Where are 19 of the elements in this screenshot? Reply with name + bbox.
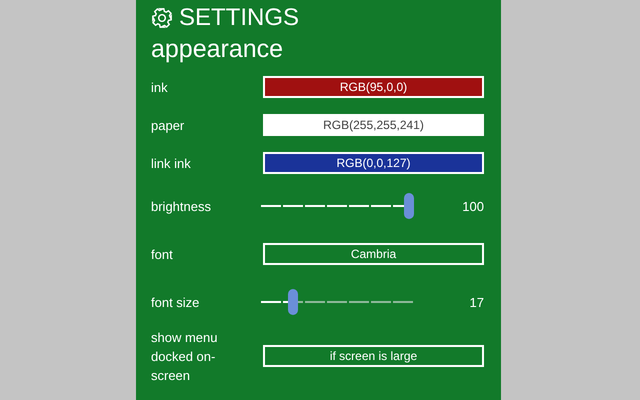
section-title: appearance [151,34,284,65]
dropdown[interactable]: Cambria [263,243,484,265]
settings-icon [151,7,173,29]
color-button[interactable]: RGB(255,255,241) [263,114,484,136]
slider-value: 100 [461,198,484,214]
setting-label: ink [151,78,169,96]
setting-label: font size [151,294,200,312]
slider-value: 17 [468,294,484,310]
slider-thumb[interactable] [288,289,298,315]
setting-label: font [151,246,174,264]
dropdown[interactable]: if screen is large [263,345,484,367]
color-button[interactable]: RGB(95,0,0) [263,76,484,98]
setting-label: show menu docked on-screen [151,328,218,384]
slider-thumb[interactable] [404,193,414,219]
color-button[interactable]: RGB(0,0,127) [263,152,484,174]
page-title: SETTINGS [179,4,300,32]
setting-label: link ink [151,154,192,172]
setting-label: brightness [151,198,212,216]
setting-label: paper [151,116,186,134]
